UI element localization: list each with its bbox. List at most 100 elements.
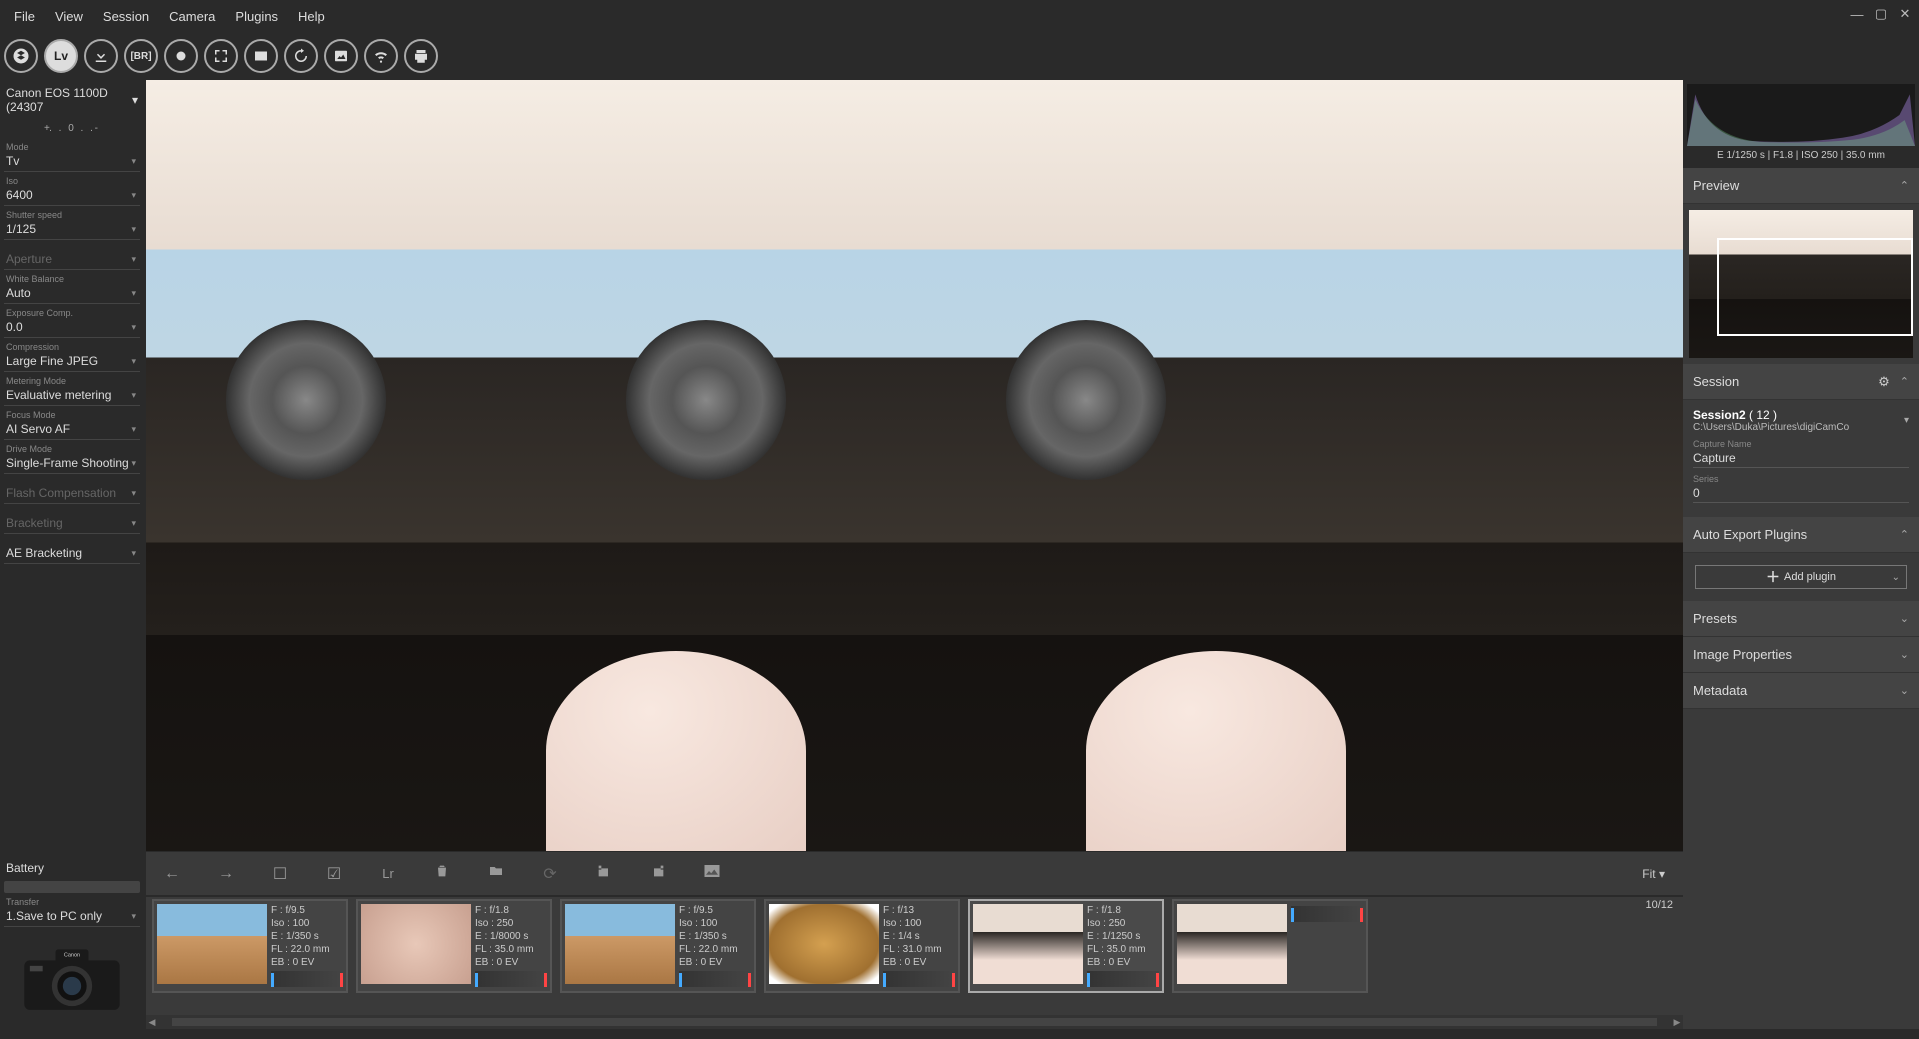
section-metadata-header[interactable]: Metadata ⌄ <box>1683 673 1919 709</box>
add-plugin-label: Add plugin <box>1784 571 1836 583</box>
lightroom-button[interactable]: Lr <box>376 866 400 881</box>
delete-button[interactable] <box>430 863 454 884</box>
exposure-scale[interactable]: . . 0 . . <box>4 118 140 138</box>
battery-bar <box>4 881 140 893</box>
thumbnail-card[interactable]: F : f/1.8Iso : 250E : 1/8000 sFL : 35.0 … <box>356 899 552 993</box>
menu-plugins[interactable]: Plugins <box>225 5 288 28</box>
close-icon[interactable]: ✕ <box>1895 4 1915 24</box>
prev-image-button[interactable]: ← <box>160 865 184 883</box>
thumbnail-image <box>157 904 267 984</box>
field-value: Flash Compensation <box>6 486 116 500</box>
section-presets-header[interactable]: Presets ⌄ <box>1683 601 1919 637</box>
field-label: Exposure Comp. <box>4 308 140 318</box>
thumbnail-histogram <box>1087 971 1159 987</box>
field-mode[interactable]: Tv▾ <box>4 152 140 172</box>
thumbnail-card[interactable]: F : f/9.5Iso : 100E : 1/350 sFL : 22.0 m… <box>560 899 756 993</box>
filmstrip-counter: 10/12 <box>1645 899 1673 911</box>
transfer-selector[interactable]: 1.Save to PC only ▾ <box>4 907 140 927</box>
fullscreen-button[interactable] <box>204 39 238 73</box>
menu-help[interactable]: Help <box>288 5 335 28</box>
print-button[interactable] <box>404 39 438 73</box>
thumbnail-card[interactable]: F : f/9.5Iso : 100E : 1/350 sFL : 22.0 m… <box>152 899 348 993</box>
unselect-button[interactable]: ☐ <box>268 864 292 884</box>
image-button[interactable] <box>324 39 358 73</box>
chevron-down-icon: ▾ <box>131 288 136 299</box>
field-label: Mode <box>4 142 140 152</box>
thumbnail-info: F : f/1.8Iso : 250E : 1/8000 sFL : 35.0 … <box>475 904 547 988</box>
bracketing-button[interactable]: [BR] <box>124 39 158 73</box>
field-drive-mode[interactable]: Single-Frame Shooting▾ <box>4 454 140 474</box>
chevron-down-icon: ▾ <box>131 156 136 167</box>
field-value: Bracketing <box>6 516 63 530</box>
main-photo <box>146 80 1683 851</box>
field-ae-bracketing[interactable]: AE Bracketing ▾ <box>4 544 140 564</box>
wifi-button[interactable] <box>364 39 398 73</box>
field-focus-mode[interactable]: AI Servo AF▾ <box>4 420 140 440</box>
field-label: Metering Mode <box>4 376 140 386</box>
capture-name-input[interactable]: Capture <box>1693 449 1909 468</box>
image-viewer[interactable] <box>146 80 1683 851</box>
menu-session[interactable]: Session <box>93 5 159 28</box>
section-session-header[interactable]: Session ⚙ ⌃ <box>1683 364 1919 400</box>
field-exposure-comp-[interactable]: 0.0▾ <box>4 318 140 338</box>
select-button[interactable]: ☑ <box>322 864 346 884</box>
chevron-down-icon: ⌄ <box>1900 648 1909 661</box>
field-value: AE Bracketing <box>6 546 82 560</box>
download-button[interactable] <box>84 39 118 73</box>
section-imageprops-header[interactable]: Image Properties ⌄ <box>1683 637 1919 673</box>
menu-view[interactable]: View <box>45 5 93 28</box>
field-iso[interactable]: 6400▾ <box>4 186 140 206</box>
chevron-down-icon: ▾ <box>131 458 136 469</box>
rotate-right-button[interactable] <box>646 863 670 884</box>
field-label: Drive Mode <box>4 444 140 454</box>
thumbnail-image <box>769 904 879 984</box>
rotate-left-button[interactable] <box>592 863 616 884</box>
field-shutter-speed[interactable]: 1/125▾ <box>4 220 140 240</box>
preview-thumbnail[interactable] <box>1689 210 1913 358</box>
compare-button[interactable] <box>700 863 724 884</box>
thumbnail-histogram <box>475 971 547 987</box>
capture-button[interactable] <box>4 39 38 73</box>
section-session-body: Session2 ( 12 ) C:\Users\Duka\Pictures\d… <box>1683 400 1919 517</box>
maximize-icon[interactable]: ▢ <box>1871 4 1891 24</box>
thumbnail-info: F : f/13Iso : 100E : 1/4 sFL : 31.0 mmEB… <box>883 904 955 988</box>
field-metering-mode[interactable]: Evaluative metering▾ <box>4 386 140 406</box>
series-input[interactable]: 0 <box>1693 484 1909 503</box>
chevron-down-icon: ▾ <box>1904 415 1909 426</box>
chevron-down-icon: ▾ <box>131 518 136 529</box>
chevron-up-icon: ⌃ <box>1900 375 1909 388</box>
preview-viewport-rect[interactable] <box>1717 238 1913 336</box>
record-button[interactable] <box>164 39 198 73</box>
gear-icon[interactable]: ⚙ <box>1878 374 1890 390</box>
field-value: Single-Frame Shooting <box>6 456 129 470</box>
open-folder-button[interactable] <box>484 863 508 884</box>
chevron-down-icon: ▾ <box>131 548 136 559</box>
minimize-icon[interactable]: — <box>1847 4 1867 24</box>
next-image-button[interactable]: → <box>214 865 238 883</box>
thumbnail-card[interactable]: F : f/13Iso : 100E : 1/4 sFL : 31.0 mmEB… <box>764 899 960 993</box>
chevron-down-icon: ▾ <box>131 390 136 401</box>
field-label: Compression <box>4 342 140 352</box>
filmstrip-scrollbar[interactable]: ◀▶ <box>146 1015 1683 1029</box>
field-label: White Balance <box>4 274 140 284</box>
session-selector[interactable]: Session2 ( 12 ) C:\Users\Duka\Pictures\d… <box>1693 408 1909 433</box>
field-value: Aperture <box>6 252 52 266</box>
field-compression[interactable]: Large Fine JPEG▾ <box>4 352 140 372</box>
browse-button[interactable] <box>244 39 278 73</box>
liveview-button[interactable]: Lv <box>44 39 78 73</box>
section-autoexport-header[interactable]: Auto Export Plugins ⌃ <box>1683 517 1919 553</box>
thumbnail-card[interactable]: F : f/1.8Iso : 250E : 1/1250 sFL : 35.0 … <box>968 899 1164 993</box>
zoom-fit-selector[interactable]: Fit ▾ <box>1642 867 1669 881</box>
add-plugin-button[interactable]: ＋ Add plugin ⌄ <box>1695 565 1907 589</box>
timer-button[interactable] <box>284 39 318 73</box>
refresh-button[interactable]: ⟳ <box>538 864 562 884</box>
section-preview-header[interactable]: Preview ⌃ <box>1683 168 1919 204</box>
camera-selector[interactable]: Canon EOS 1100D (24307 ▾ <box>4 82 140 118</box>
menu-file[interactable]: File <box>4 5 45 28</box>
menu-camera[interactable]: Camera <box>159 5 225 28</box>
thumbnail-image <box>1177 904 1287 984</box>
histogram-info: E 1/1250 s | F1.8 | ISO 250 | 35.0 mm <box>1687 146 1915 161</box>
field-white-balance[interactable]: Auto▾ <box>4 284 140 304</box>
thumbnail-info: F : f/9.5Iso : 100E : 1/350 sFL : 22.0 m… <box>271 904 343 988</box>
thumbnail-card[interactable] <box>1172 899 1368 993</box>
